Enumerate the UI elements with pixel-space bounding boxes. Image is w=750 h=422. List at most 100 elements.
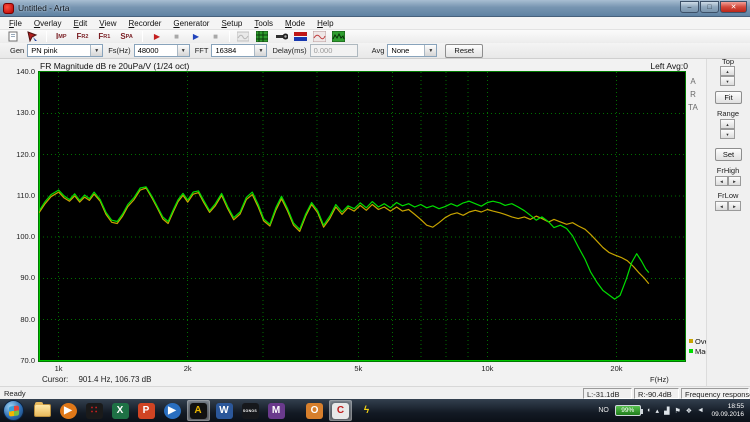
outlook-icon[interactable]: O — [303, 400, 326, 421]
dropdown-arrow-icon[interactable]: ▼ — [176, 45, 189, 56]
spa-mode-button[interactable]: S PA — [117, 31, 136, 43]
dropdown-arrow-icon[interactable]: ▼ — [90, 45, 103, 56]
word-icon[interactable]: W — [213, 400, 236, 421]
language-indicator[interactable]: NO — [598, 407, 609, 414]
legend-color-swatch — [689, 349, 693, 353]
play-stop-button[interactable]: ■ — [208, 31, 223, 43]
pointer-icon[interactable] — [26, 31, 39, 42]
frlow-spinner[interactable]: ◄ ► — [715, 201, 741, 211]
sonos-icon[interactable]: SONOS — [239, 400, 262, 421]
start-button[interactable] — [3, 400, 24, 421]
fr2-mode-button[interactable]: F R2 — [73, 31, 91, 43]
menu-view[interactable]: View — [93, 19, 122, 28]
top-up-button[interactable]: ▲ — [720, 66, 735, 76]
menu-recorder[interactable]: Recorder — [123, 19, 168, 28]
sonos-icon-glyph: SONOS — [241, 402, 259, 419]
x-tick-5k: 5k — [354, 364, 363, 373]
spectrum-window-icon[interactable] — [331, 31, 345, 42]
powerpoint-icon[interactable]: P — [135, 400, 158, 421]
right-level-pane: R:-90.4dB — [634, 388, 679, 399]
fr1-mode-button[interactable]: F R1 — [95, 31, 113, 43]
excel-icon[interactable]: X — [109, 400, 132, 421]
menu-overlay[interactable]: Overlay — [28, 19, 68, 28]
arta-watermark: ARTA — [688, 77, 698, 112]
lightning-icon[interactable]: ϟ — [355, 400, 378, 421]
word-icon-glyph: W — [215, 402, 233, 419]
mediamonkey-icon[interactable]: M — [265, 400, 288, 421]
close-button[interactable]: ✕ — [720, 1, 747, 13]
range-spinner[interactable]: ▲ ▼ — [720, 119, 735, 140]
system-tray: NO 99% ◖ ▴ ▟ ⚑ ❖ ◄ 18:55 09.09.2016 — [598, 399, 748, 422]
graph-scale-icon[interactable] — [256, 31, 269, 42]
record-button[interactable]: ▶ — [149, 31, 165, 43]
toolbar-separator — [228, 31, 230, 42]
menu-help[interactable]: Help — [311, 19, 339, 28]
frlow-right-button[interactable]: ► — [728, 201, 741, 211]
play-button[interactable]: ▶ — [188, 31, 204, 43]
averaging-select[interactable]: None ▼ — [387, 44, 438, 57]
menu-mode[interactable]: Mode — [279, 19, 311, 28]
media-player-icon[interactable]: ▶ — [57, 400, 80, 421]
x-tick-20k: 20k — [610, 364, 623, 373]
window-title: Untitled - Arta — [18, 3, 70, 13]
hidden-icons-arrow[interactable]: ▴ — [656, 407, 660, 415]
new-overlay-icon[interactable] — [7, 31, 20, 42]
range-label: Range — [716, 109, 740, 118]
menu-file[interactable]: File — [3, 19, 28, 28]
player-blue-icon-glyph: ▶ — [163, 402, 181, 419]
title-bar[interactable]: Untitled - Arta – □ ✕ — [0, 0, 750, 17]
corel-icon[interactable]: C — [329, 400, 352, 421]
action-center-flag-icon[interactable]: ⚑ — [674, 407, 680, 415]
menu-tools[interactable]: Tools — [248, 19, 279, 28]
menu-setup[interactable]: Setup — [215, 19, 248, 28]
sample-rate-select[interactable]: 48000 ▼ — [133, 44, 190, 57]
power-meter-icon[interactable]: ◖ — [646, 407, 650, 414]
taskbar-clock[interactable]: 18:55 09.09.2016 — [711, 403, 744, 418]
fft-size-select[interactable]: 16384 ▼ — [211, 44, 268, 57]
volume-muted-icon[interactable]: ◄ — [697, 407, 704, 414]
explorer-icon[interactable] — [31, 400, 54, 421]
update-icon[interactable]: ❖ — [686, 407, 692, 415]
set-button[interactable]: Set — [715, 148, 742, 161]
fit-button[interactable]: Fit — [715, 91, 742, 104]
channel-average-info: Left Avg:0 — [650, 61, 688, 71]
menu-edit[interactable]: Edit — [67, 19, 93, 28]
toolbar-settings: Gen PN pink ▼ Fs(Hz) 48000 ▼ FFT 16384 ▼… — [0, 43, 750, 59]
maximize-button[interactable]: □ — [700, 1, 719, 13]
battery-indicator[interactable]: 99% — [614, 405, 643, 416]
microphone-connector-icon[interactable] — [275, 31, 288, 42]
frlow-left-button[interactable]: ◄ — [715, 201, 728, 211]
left-level-pane: L:-31.1dB — [583, 388, 632, 399]
frhigh-label: FrHigh — [716, 166, 740, 175]
fr-window-icon[interactable] — [312, 31, 326, 42]
network-signal-icon[interactable]: ▟ — [664, 407, 669, 415]
top-down-button[interactable]: ▼ — [720, 76, 735, 86]
frhigh-left-button[interactable]: ◄ — [715, 176, 728, 186]
dropdown-arrow-icon[interactable]: ▼ — [254, 45, 267, 56]
reset-button[interactable]: Reset — [445, 43, 483, 58]
menu-generator[interactable]: Generator — [167, 19, 215, 28]
record-stop-button[interactable]: ■ — [169, 31, 184, 43]
minimize-button[interactable]: – — [680, 1, 699, 13]
led-app-icon[interactable]: ∷ — [83, 400, 106, 421]
menu-bar: File Overlay Edit View Recorder Generator Setu… — [0, 17, 750, 30]
generator-setup-icon[interactable] — [237, 31, 250, 42]
frequency-response-plot[interactable] — [38, 71, 686, 362]
imp-mode-button[interactable]: I MP — [53, 31, 69, 43]
toolbar-main: I MP F R2 F R1 S PA ▶ ■ ▶ ■ — [0, 30, 750, 43]
arta-taskbar-icon[interactable]: A — [186, 400, 210, 421]
top-spinner[interactable]: ▲ ▼ — [720, 66, 735, 87]
generator-select[interactable]: PN pink ▼ — [27, 44, 104, 57]
graph-title: FR Magnitude dB re 20uPa/V (1/24 oct) — [40, 61, 190, 71]
dropdown-arrow-icon[interactable]: ▼ — [424, 45, 437, 56]
level-meter-icon[interactable] — [293, 31, 307, 42]
frlow-label: FrLow — [717, 191, 739, 200]
frhigh-spinner[interactable]: ◄ ► — [715, 176, 741, 186]
frhigh-right-button[interactable]: ► — [728, 176, 741, 186]
player-blue-icon[interactable]: ▶ — [161, 400, 184, 421]
led-app-icon-glyph: ∷ — [85, 402, 103, 419]
range-down-button[interactable]: ▼ — [720, 129, 735, 139]
delay-input[interactable]: 0.000 — [309, 44, 358, 57]
x-tick-2k: 2k — [183, 364, 192, 373]
range-up-button[interactable]: ▲ — [720, 119, 735, 129]
